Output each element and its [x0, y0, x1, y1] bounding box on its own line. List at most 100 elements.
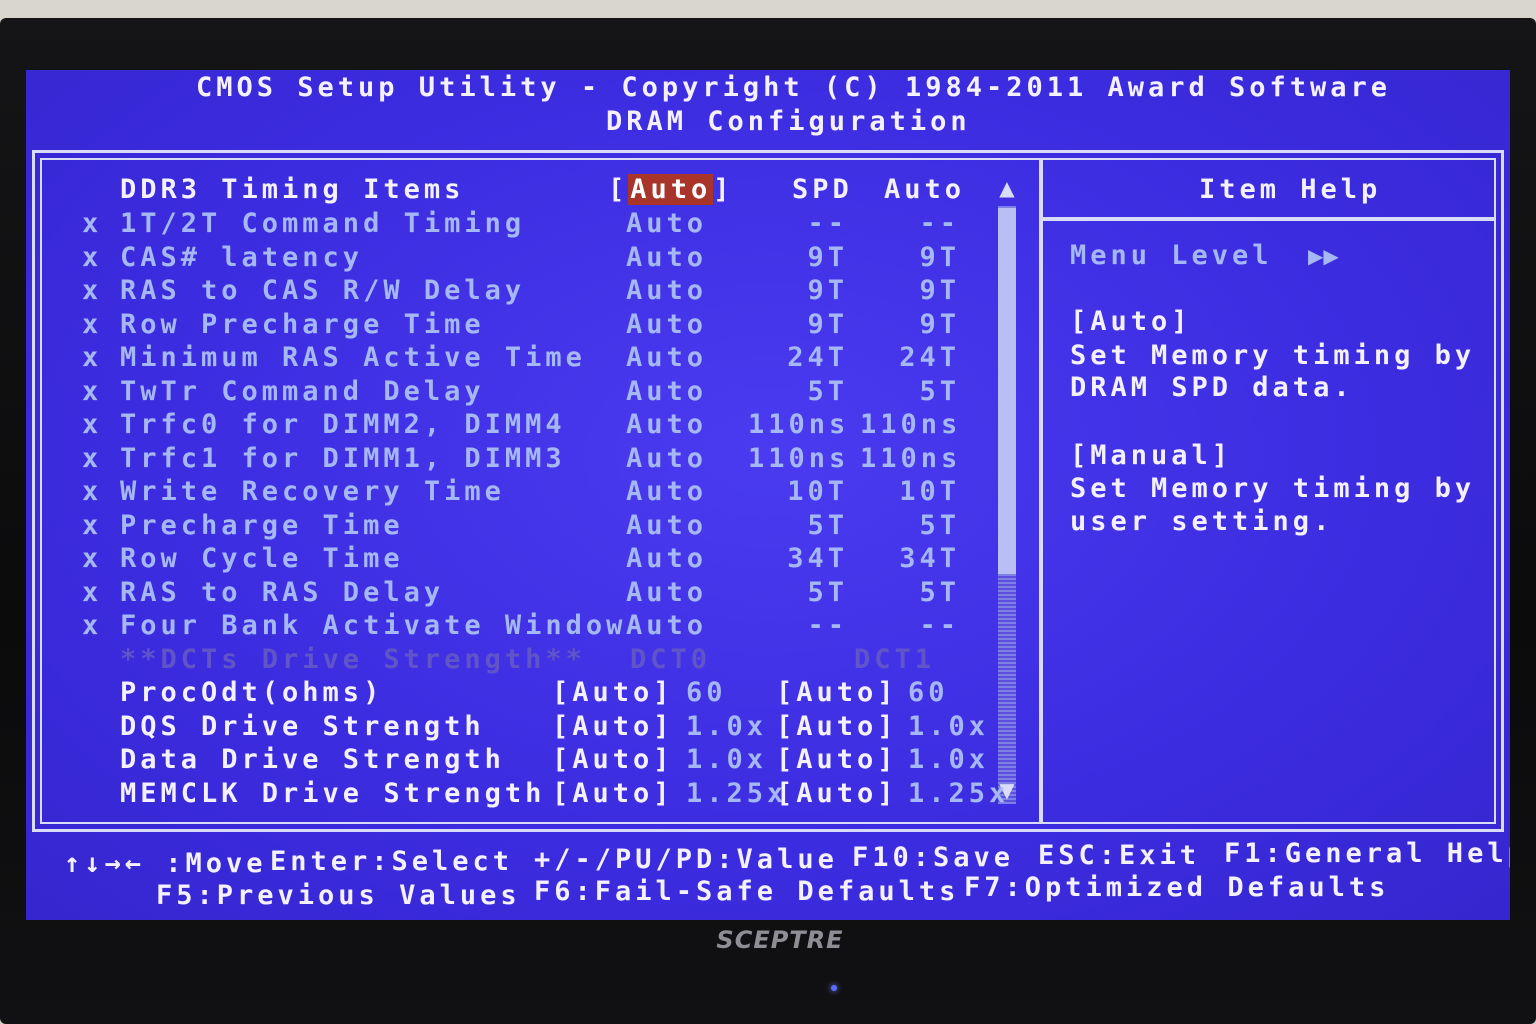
key-exit: ESC:Exit: [1038, 840, 1201, 871]
key-general-help: F1:General Help: [1224, 838, 1510, 869]
timing-row-auto: --: [919, 610, 960, 641]
drive-row-dct1-select[interactable]: [Auto]: [776, 744, 898, 776]
disabled-marker: x: [82, 409, 103, 440]
timing-row-label: 1T/2T Command Timing: [120, 208, 526, 239]
timing-row-auto: 5T: [919, 376, 960, 407]
timing-row-auto: 34T: [899, 543, 960, 574]
dct-heading: **DCTs Drive Strength**: [120, 644, 586, 675]
drive-row-dct1-value: 60: [908, 677, 949, 708]
drive-row-label[interactable]: DQS Drive Strength: [120, 711, 485, 743]
timing-row-label: TwTr Command Delay: [120, 376, 485, 407]
timing-row-spd: --: [807, 208, 848, 239]
col-auto-header: Auto: [884, 174, 966, 205]
disabled-marker: x: [82, 577, 103, 608]
help-manual-option: [Manual]: [1070, 440, 1233, 471]
drive-row-dct0-value: 1.0x: [686, 744, 768, 775]
timing-row-auto: --: [919, 208, 960, 239]
timing-row-value: Auto: [626, 443, 708, 474]
timing-row-value: Auto: [626, 208, 708, 239]
bios-title: CMOS Setup Utility - Copyright (C) 1984-…: [196, 72, 1392, 103]
timing-row-value: Auto: [626, 275, 708, 306]
timing-row-spd: 9T: [807, 275, 848, 306]
drive-row-dct0-value: 1.0x: [686, 711, 768, 742]
timing-row-spd: 9T: [807, 309, 848, 340]
drive-row-dct1-value: 1.0x: [908, 711, 990, 742]
timing-row-value: Auto: [626, 543, 708, 574]
drive-row-dct0-value: 1.25x: [686, 778, 788, 809]
timing-row-value: Auto: [626, 409, 708, 440]
timing-row-value: Auto: [626, 309, 708, 340]
timing-row-label: Trfc1 for DIMM1, DIMM3: [120, 443, 566, 474]
drive-row-dct1-value: 1.0x: [908, 744, 990, 775]
timing-row-spd: 110ns: [748, 443, 850, 474]
drive-row-dct1-value: 1.25x: [908, 778, 1010, 809]
drive-row-label[interactable]: ProcOdt(ohms): [120, 677, 383, 709]
menu-level-arrows-icon: ▶▶: [1308, 244, 1339, 268]
scrollbar-thumb[interactable]: [998, 208, 1016, 574]
drive-row-label[interactable]: MEMCLK Drive Strength: [120, 778, 545, 810]
timing-row-label: Row Cycle Time: [120, 543, 404, 574]
timing-row-label: Four Bank Activate Window: [120, 610, 627, 641]
help-auto-desc-line2: DRAM SPD data.: [1070, 372, 1354, 403]
drive-row-label[interactable]: Data Drive Strength: [120, 744, 505, 776]
timing-row-auto: 110ns: [860, 443, 962, 474]
timing-row-label: Precharge Time: [120, 510, 404, 541]
timing-row-auto: 9T: [919, 309, 960, 340]
timing-row-spd: 5T: [807, 577, 848, 608]
timing-row-auto: 9T: [919, 242, 960, 273]
drive-row-dct0-select[interactable]: [Auto]: [552, 744, 674, 776]
selected-value[interactable]: Auto: [628, 174, 714, 205]
disabled-marker: x: [82, 242, 103, 273]
timing-items-selector[interactable]: [Auto]: [608, 174, 734, 206]
timing-row-auto: 110ns: [860, 409, 962, 440]
timing-row-label: RAS to RAS Delay: [120, 577, 445, 608]
timing-items-heading: DDR3 Timing Items: [120, 174, 465, 205]
disabled-marker: x: [82, 376, 103, 407]
disabled-marker: x: [82, 309, 103, 340]
scroll-up-icon[interactable]: ▲: [996, 178, 1018, 198]
timing-row-label: Write Recovery Time: [120, 476, 505, 507]
help-manual-desc-line2: user setting.: [1070, 506, 1334, 537]
timing-row-value: Auto: [626, 610, 708, 641]
timing-row-spd: 34T: [787, 543, 848, 574]
drive-row-dct0-select[interactable]: [Auto]: [552, 677, 674, 709]
timing-row-spd: 110ns: [748, 409, 850, 440]
menu-level-label: Menu Level: [1070, 240, 1273, 271]
drive-row-dct0-select[interactable]: [Auto]: [552, 778, 674, 810]
timing-row-spd: --: [807, 610, 848, 641]
timing-row-spd: 5T: [807, 510, 848, 541]
key-value: +/-/PU/PD:Value: [534, 844, 838, 875]
timing-row-label: CAS# latency: [120, 242, 364, 273]
timing-row-auto: 9T: [919, 275, 960, 306]
timing-row-label: Row Precharge Time: [120, 309, 485, 340]
panel-divider: [1039, 158, 1043, 824]
key-previous-values: F5:Previous Values: [156, 880, 521, 911]
key-enter: Enter:Select: [270, 846, 514, 877]
timing-row-auto: 5T: [919, 510, 960, 541]
col-spd-header: SPD: [792, 174, 853, 205]
drive-row-dct0-select[interactable]: [Auto]: [552, 711, 674, 743]
dct1-label: DCT1: [854, 644, 936, 675]
timing-row-value: Auto: [626, 577, 708, 608]
timing-row-auto: 5T: [919, 577, 960, 608]
drive-row-dct1-select[interactable]: [Auto]: [776, 711, 898, 743]
timing-row-spd: 5T: [807, 376, 848, 407]
drive-row-dct1-select[interactable]: [Auto]: [776, 677, 898, 709]
timing-row-value: Auto: [626, 242, 708, 273]
disabled-marker: x: [82, 610, 103, 641]
timing-row-spd: 10T: [787, 476, 848, 507]
timing-row-label: RAS to CAS R/W Delay: [120, 275, 526, 306]
disabled-marker: x: [82, 208, 103, 239]
timing-row-value: Auto: [626, 476, 708, 507]
item-help-title: Item Help: [1199, 174, 1382, 205]
key-legend: ↑↓→← :Move Enter:Select +/-/PU/PD:Value …: [26, 832, 1510, 920]
timing-row-auto: 24T: [899, 342, 960, 373]
timing-row-spd: 24T: [787, 342, 848, 373]
power-led: [831, 985, 837, 991]
help-auto-option: [Auto]: [1070, 306, 1192, 337]
timing-row-value: Auto: [626, 376, 708, 407]
timing-row-spd: 9T: [807, 242, 848, 273]
disabled-marker: x: [82, 443, 103, 474]
drive-row-dct1-select[interactable]: [Auto]: [776, 778, 898, 810]
disabled-marker: x: [82, 510, 103, 541]
